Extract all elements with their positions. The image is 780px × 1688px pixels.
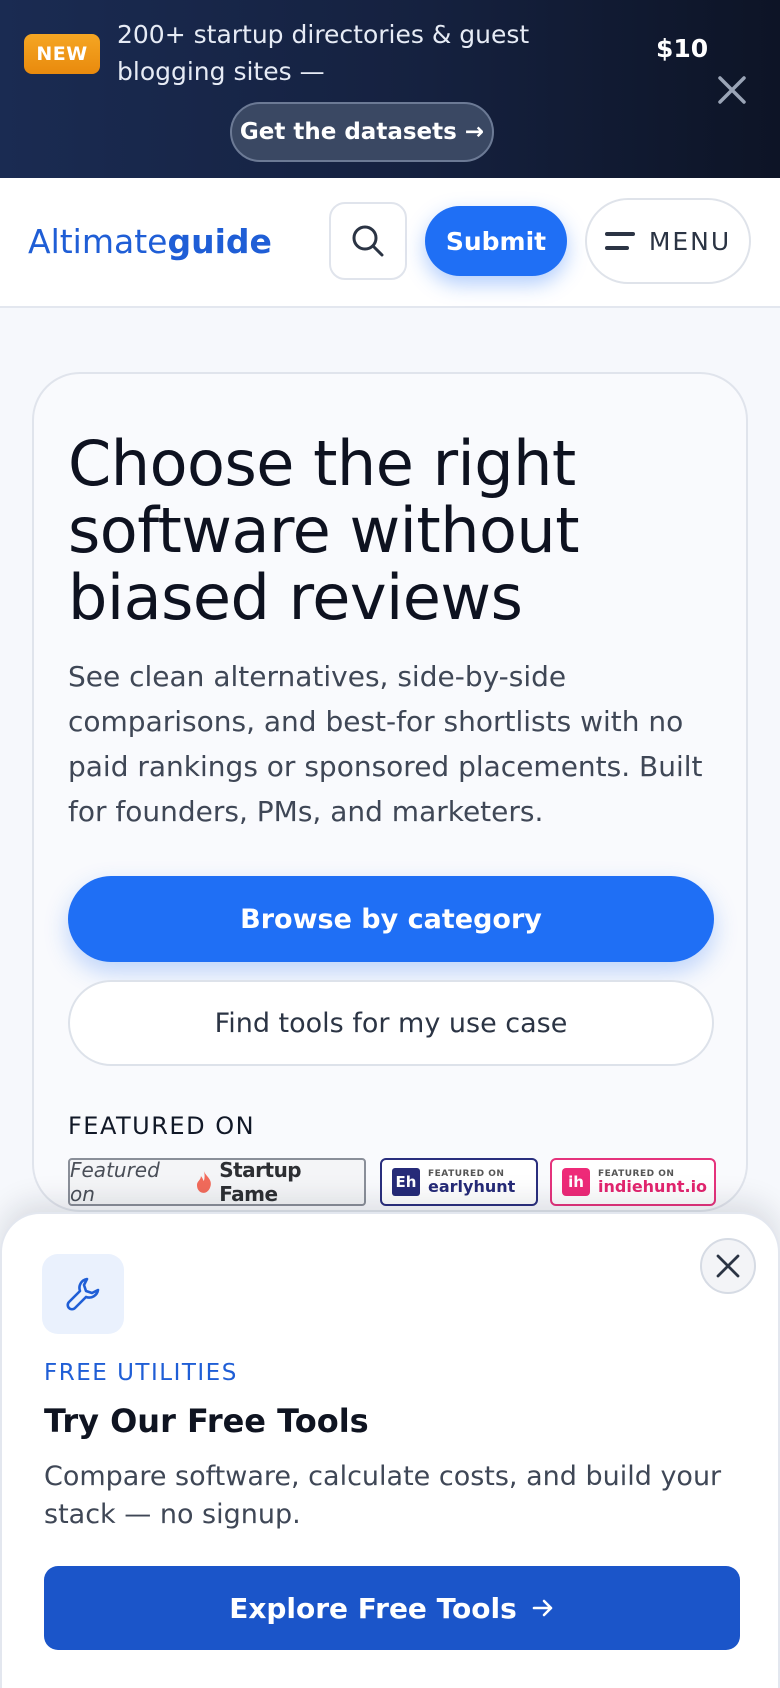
site-logo[interactable]: Altimateguide <box>28 222 272 261</box>
sheet-close-button[interactable] <box>700 1238 756 1294</box>
startup-fame-name: Startup Fame <box>219 1158 302 1206</box>
arrow-right-icon <box>532 1599 553 1617</box>
logo-text-light: Altimate <box>28 222 168 261</box>
menu-button[interactable]: MENU <box>585 198 751 284</box>
site-header: Altimateguide Submit MENU <box>0 178 780 308</box>
indiehunt-badge[interactable]: ih FEATURED ON indiehunt.io <box>550 1158 716 1206</box>
menu-label: MENU <box>648 226 732 256</box>
flame-icon <box>197 1171 212 1193</box>
get-datasets-button[interactable]: Get the datasets → <box>230 102 494 162</box>
tools-icon-tile <box>42 1254 124 1334</box>
close-icon <box>716 1254 740 1278</box>
startup-fame-prefix: Featured on <box>70 1158 160 1206</box>
promo-banner: NEW 200+ startup directories & guest blo… <box>0 0 780 178</box>
promo-price: $10 <box>656 34 709 63</box>
earlyhunt-logo: Eh <box>392 1168 420 1196</box>
free-tools-sheet: FREE UTILITIES Try Our Free Tools Compar… <box>0 1212 780 1688</box>
new-badge: NEW <box>24 34 100 74</box>
sheet-description: Compare software, calculate costs, and b… <box>44 1461 722 1530</box>
startup-fame-badge[interactable]: Featured on Startup Fame <box>68 1158 366 1206</box>
explore-label: Explore Free Tools <box>229 1591 517 1625</box>
earlyhunt-badge[interactable]: Eh FEATURED ON earlyhunt <box>380 1158 538 1206</box>
submit-button[interactable]: Submit <box>425 206 567 276</box>
indiehunt-name: indiehunt.io <box>598 1176 708 1196</box>
menu-icon <box>604 230 635 252</box>
explore-free-tools-button[interactable]: Explore Free Tools <box>44 1566 740 1650</box>
search-button[interactable] <box>329 202 407 280</box>
sheet-title: Try Our Free Tools <box>44 1402 369 1440</box>
sheet-kicker: FREE UTILITIES <box>44 1360 238 1386</box>
earlyhunt-name: earlyhunt <box>428 1176 516 1196</box>
browse-by-category-button[interactable]: Browse by category <box>68 876 714 962</box>
promo-close-button[interactable] <box>712 70 752 110</box>
promo-text: 200+ startup directories & guest bloggin… <box>117 20 530 86</box>
hero-subtitle: See clean alternatives, side-by-side com… <box>68 660 703 828</box>
indiehunt-logo: ih <box>562 1168 590 1196</box>
featured-on-label: FEATURED ON <box>68 1112 256 1140</box>
close-icon <box>718 76 746 104</box>
find-tools-button[interactable]: Find tools for my use case <box>68 980 714 1066</box>
hero-card: Choose the right software without biased… <box>32 372 748 1212</box>
search-icon <box>352 225 384 257</box>
logo-text-bold: guide <box>167 222 272 261</box>
hero-title: Choose the right software without biased… <box>68 427 580 634</box>
wrench-icon <box>66 1277 100 1311</box>
